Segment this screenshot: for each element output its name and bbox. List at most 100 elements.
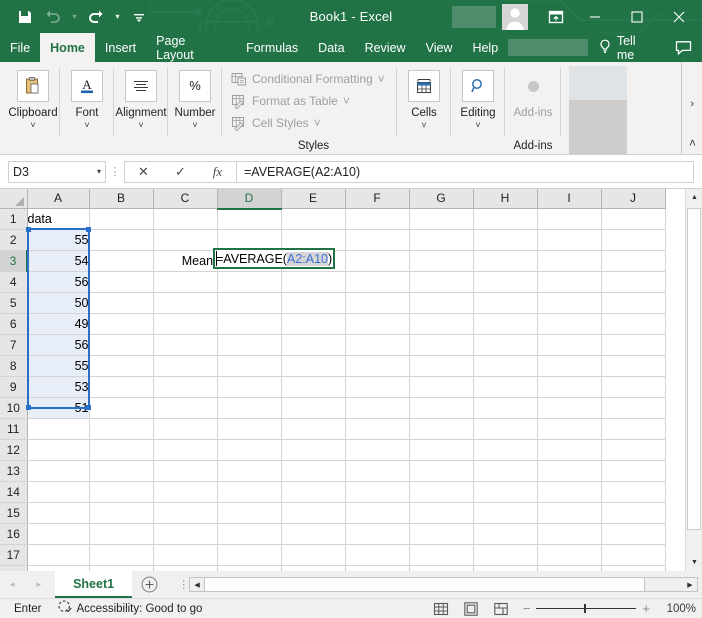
cell-E4[interactable] xyxy=(281,271,346,293)
cell-C14[interactable] xyxy=(153,481,218,503)
number-button[interactable]: % Number ˅ xyxy=(168,66,222,130)
cell-A15[interactable] xyxy=(27,502,90,524)
horizontal-scrollbar[interactable]: ◀ ▶ xyxy=(189,571,702,598)
cell-F11[interactable] xyxy=(345,418,410,440)
sheet-next-button[interactable]: ▸ xyxy=(37,579,42,590)
column-header-f[interactable]: F xyxy=(345,189,410,209)
cell-F6[interactable] xyxy=(345,313,410,335)
cell-G17[interactable] xyxy=(409,544,474,566)
cell-styles-button[interactable]: Cell Styles ˅ xyxy=(230,112,321,134)
close-button[interactable] xyxy=(658,1,700,33)
cell-H17[interactable] xyxy=(473,544,538,566)
row-header-5[interactable]: 5 xyxy=(0,292,28,314)
cell-C13[interactable] xyxy=(153,460,218,482)
insert-function-icon[interactable]: fx xyxy=(199,162,236,182)
cell-H18[interactable] xyxy=(473,565,538,571)
cell-J15[interactable] xyxy=(601,502,666,524)
enter-formula-button[interactable]: ✓ xyxy=(162,162,199,182)
cell-E14[interactable] xyxy=(281,481,346,503)
cell-B8[interactable] xyxy=(89,355,154,377)
tab-help[interactable]: Help xyxy=(462,33,508,62)
cell-E18[interactable] xyxy=(281,565,346,571)
cell-B13[interactable] xyxy=(89,460,154,482)
row-header-10[interactable]: 10 xyxy=(0,397,28,419)
cell-F4[interactable] xyxy=(345,271,410,293)
zoom-in-button[interactable]: + xyxy=(642,601,650,616)
cell-A12[interactable] xyxy=(27,439,90,461)
cell-F7[interactable] xyxy=(345,334,410,356)
cell-I4[interactable] xyxy=(537,271,602,293)
sheet-prev-button[interactable]: ◂ xyxy=(10,579,15,590)
cell-A8[interactable]: 55 xyxy=(27,355,90,377)
redo-button[interactable] xyxy=(83,5,109,29)
row-header-16[interactable]: 16 xyxy=(0,523,28,545)
cell-E13[interactable] xyxy=(281,460,346,482)
cell-I3[interactable] xyxy=(537,250,602,272)
cell-G7[interactable] xyxy=(409,334,474,356)
cell-A14[interactable] xyxy=(27,481,90,503)
cell-B17[interactable] xyxy=(89,544,154,566)
cell-A3[interactable]: 54 xyxy=(27,250,90,272)
font-chevron-down-icon[interactable]: ˅ xyxy=(84,121,89,130)
cancel-formula-button[interactable]: ✕ xyxy=(125,162,162,182)
cell-J17[interactable] xyxy=(601,544,666,566)
undo-button[interactable] xyxy=(40,5,66,29)
cell-E15[interactable] xyxy=(281,502,346,524)
vertical-scrollbar-thumb[interactable] xyxy=(687,208,701,530)
customize-quick-access-toolbar-button[interactable] xyxy=(126,5,152,29)
row-header-7[interactable]: 7 xyxy=(0,334,28,356)
cell-F2[interactable] xyxy=(345,229,410,251)
cell-A16[interactable] xyxy=(27,523,90,545)
cell-I13[interactable] xyxy=(537,460,602,482)
cell-J2[interactable] xyxy=(601,229,666,251)
cell-J3[interactable] xyxy=(601,250,666,272)
cell-E10[interactable] xyxy=(281,397,346,419)
cell-D13[interactable] xyxy=(217,460,282,482)
row-header-8[interactable]: 8 xyxy=(0,355,28,377)
cell-C2[interactable] xyxy=(153,229,218,251)
number-chevron-down-icon[interactable]: ˅ xyxy=(192,121,197,130)
cell-A9[interactable]: 53 xyxy=(27,376,90,398)
cell-A13[interactable] xyxy=(27,460,90,482)
cell-F3[interactable] xyxy=(345,250,410,272)
cell-D10[interactable] xyxy=(217,397,282,419)
cell-J11[interactable] xyxy=(601,418,666,440)
cell-F15[interactable] xyxy=(345,502,410,524)
cell-H12[interactable] xyxy=(473,439,538,461)
add-ins-button[interactable]: Add-ins xyxy=(506,66,560,119)
cell-B1[interactable] xyxy=(89,208,154,230)
cell-E6[interactable] xyxy=(281,313,346,335)
horizontal-scrollbar-track[interactable] xyxy=(645,578,683,591)
cell-B3[interactable] xyxy=(89,250,154,272)
cell-B16[interactable] xyxy=(89,523,154,545)
cell-E8[interactable] xyxy=(281,355,346,377)
cell-F8[interactable] xyxy=(345,355,410,377)
cell-G4[interactable] xyxy=(409,271,474,293)
cell-F5[interactable] xyxy=(345,292,410,314)
cell-C8[interactable] xyxy=(153,355,218,377)
cell-E5[interactable] xyxy=(281,292,346,314)
conditional-formatting-caret-icon[interactable]: ˅ xyxy=(378,72,385,86)
cell-G11[interactable] xyxy=(409,418,474,440)
cell-J5[interactable] xyxy=(601,292,666,314)
cell-G10[interactable] xyxy=(409,397,474,419)
undo-dropdown-caret[interactable]: ▾ xyxy=(68,5,81,29)
scroll-right-button[interactable]: ▶ xyxy=(683,578,697,591)
ribbon-display-options-button[interactable] xyxy=(538,3,574,31)
cell-F13[interactable] xyxy=(345,460,410,482)
cell-H2[interactable] xyxy=(473,229,538,251)
page-layout-view-button[interactable] xyxy=(457,600,485,618)
quick-access-toolbar[interactable]: ▾ ▾ xyxy=(0,5,152,29)
cell-I18[interactable] xyxy=(537,565,602,571)
cell-J6[interactable] xyxy=(601,313,666,335)
formula-input[interactable]: =AVERAGE(A2:A10) xyxy=(237,160,694,183)
column-header-j[interactable]: J xyxy=(601,189,666,209)
cell-H6[interactable] xyxy=(473,313,538,335)
cell-E17[interactable] xyxy=(281,544,346,566)
cell-A17[interactable] xyxy=(27,544,90,566)
column-header-c[interactable]: C xyxy=(153,189,218,209)
cell-B12[interactable] xyxy=(89,439,154,461)
clipboard-button[interactable]: Clipboard ˅ xyxy=(6,66,60,130)
cells-chevron-down-icon[interactable]: ˅ xyxy=(421,121,426,130)
cell-C10[interactable] xyxy=(153,397,218,419)
